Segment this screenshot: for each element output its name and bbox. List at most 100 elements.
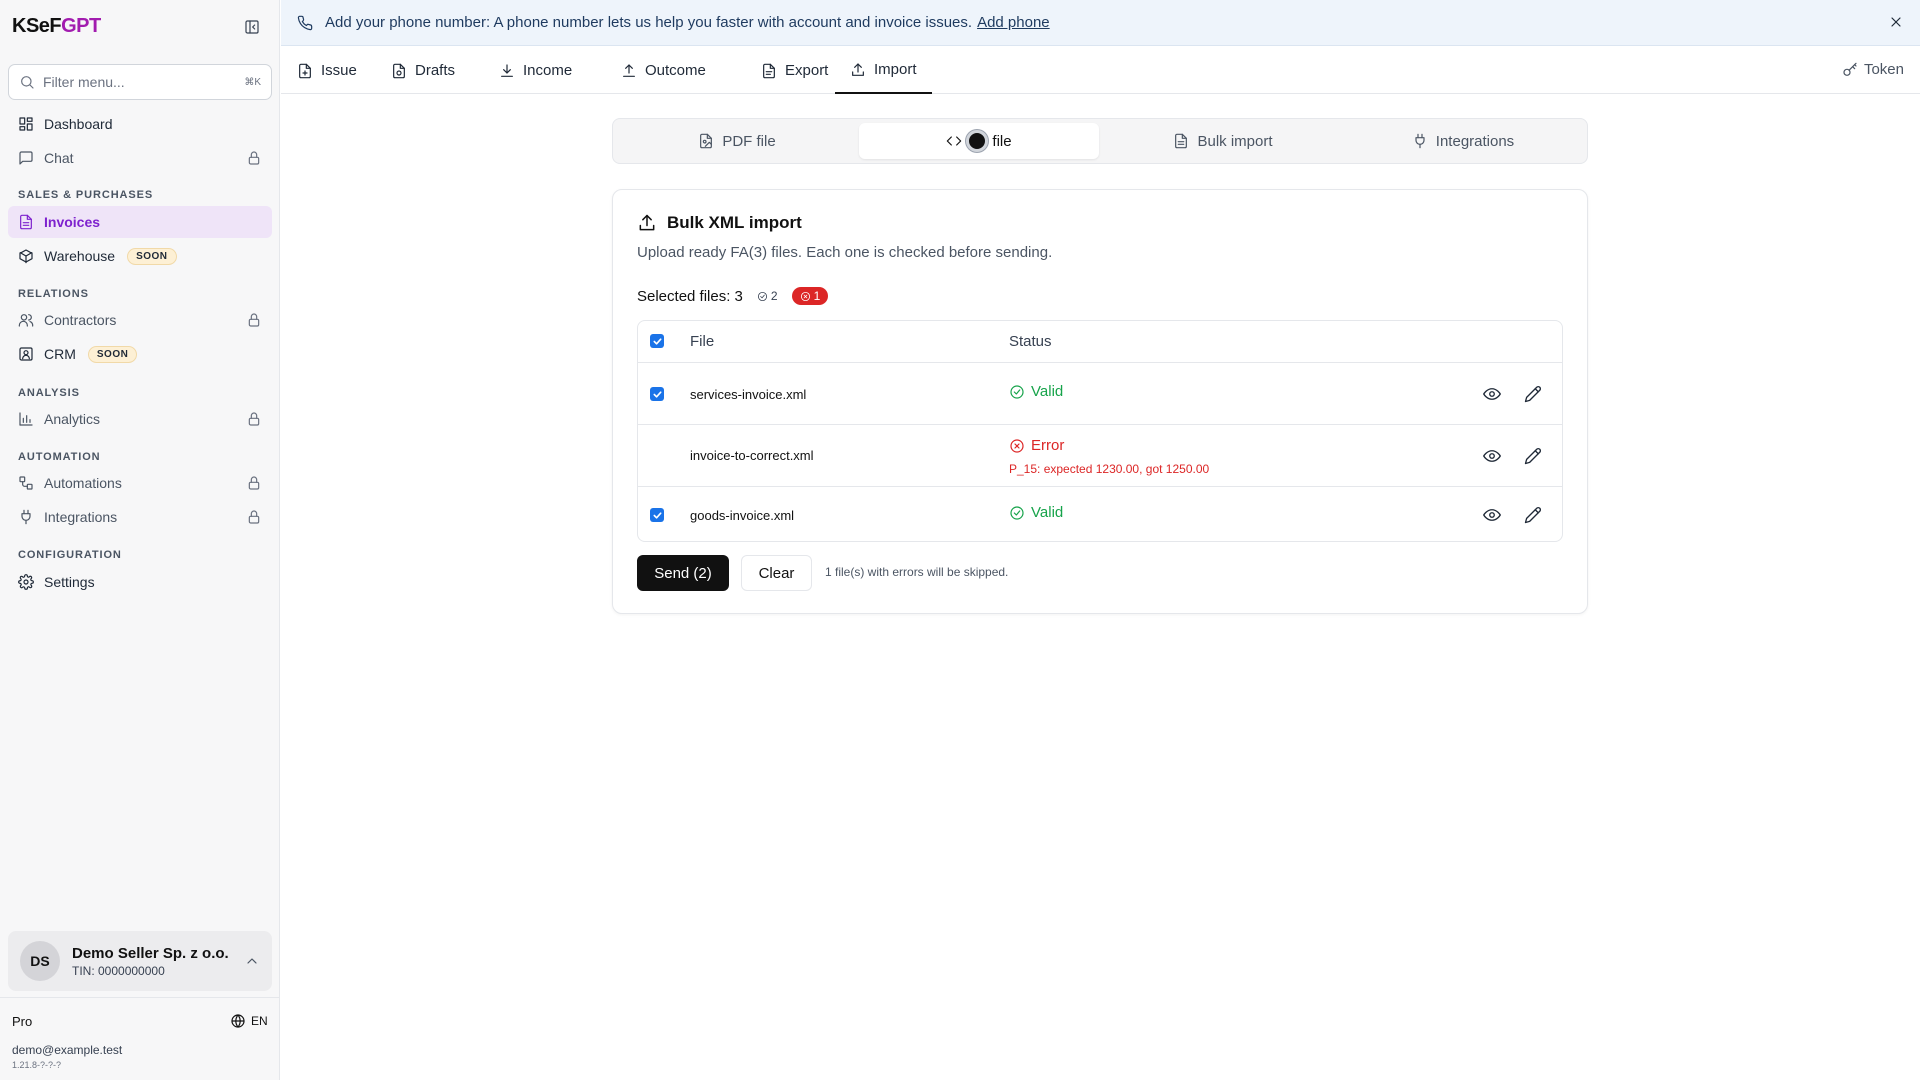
tab-issue[interactable]: Issue xyxy=(281,47,373,94)
pencil-icon[interactable] xyxy=(1524,385,1542,403)
tab-import[interactable]: Import xyxy=(835,47,932,94)
sidebar-toggle-icon[interactable] xyxy=(244,19,260,35)
error-detail: P_15: expected 1230.00, got 1250.00 xyxy=(1009,462,1210,476)
sidebar: KSeFGPT ⌘K Dashboard Chat SALES & PURCHA… xyxy=(0,0,280,1080)
eye-icon[interactable] xyxy=(1483,447,1501,465)
selected-files-label: Selected files: 3 xyxy=(637,287,743,305)
section-configuration: CONFIGURATION xyxy=(18,549,122,561)
table-row: services-invoice.xml Valid xyxy=(638,363,1562,425)
valid-count-badge: 2 xyxy=(751,287,784,305)
tab-export[interactable]: Export xyxy=(745,47,844,94)
app-logo[interactable]: KSeFGPT xyxy=(12,15,101,38)
tab-label: PDF file xyxy=(722,132,776,150)
card-description: Upload ready FA(3) files. Each one is ch… xyxy=(637,244,1053,261)
pencil-icon[interactable] xyxy=(1524,447,1542,465)
upload-icon xyxy=(621,63,637,79)
eye-icon[interactable] xyxy=(1483,385,1501,403)
send-button[interactable]: Send (2) xyxy=(637,555,729,591)
filter-menu-field[interactable]: ⌘K xyxy=(8,64,272,100)
eye-icon[interactable] xyxy=(1483,506,1501,524)
bulk-import-card: Bulk XML import Upload ready FA(3) files… xyxy=(612,189,1588,614)
close-icon[interactable] xyxy=(1888,14,1904,30)
section-analysis: ANALYSIS xyxy=(18,387,80,399)
tab-label: Import xyxy=(874,61,917,78)
pencil-icon[interactable] xyxy=(1524,506,1542,524)
clear-button[interactable]: Clear xyxy=(741,555,812,591)
row-checkbox[interactable] xyxy=(650,387,664,401)
sidebar-item-integrations[interactable]: Integrations xyxy=(8,501,272,533)
add-phone-link[interactable]: Add phone xyxy=(977,14,1050,31)
tab-bulk-import[interactable]: Bulk import xyxy=(1103,123,1343,159)
table-header: File Status xyxy=(638,321,1562,363)
row-checkbox[interactable] xyxy=(650,508,664,522)
tab-pdf-file[interactable]: PDF file xyxy=(617,123,857,159)
account-tin: TIN: 0000000000 xyxy=(72,963,165,978)
user-email: demo@example.test xyxy=(12,1043,123,1057)
sidebar-item-label: Integrations xyxy=(44,509,118,525)
plug-icon xyxy=(1412,133,1428,149)
check-circle-icon xyxy=(757,291,768,302)
column-header-status: Status xyxy=(1009,333,1052,350)
account-switcher[interactable]: DS Demo Seller Sp. z o.o. TIN: 000000000… xyxy=(8,931,272,991)
banner-text: Add your phone number: A phone number le… xyxy=(325,14,973,31)
sidebar-item-settings[interactable]: Settings xyxy=(8,566,272,598)
status-valid: Valid xyxy=(1009,383,1063,400)
status-text: Valid xyxy=(1031,504,1064,521)
soon-badge: SOON xyxy=(127,247,177,265)
token-button[interactable]: Token xyxy=(1842,61,1904,78)
sidebar-item-dashboard[interactable]: Dashboard xyxy=(8,108,272,140)
x-circle-icon xyxy=(1009,438,1025,454)
tab-outcome[interactable]: Outcome xyxy=(605,47,722,94)
file-text-icon xyxy=(1173,133,1189,149)
tab-label: Drafts xyxy=(415,62,456,79)
tab-income[interactable]: Income xyxy=(483,47,588,94)
selection-summary: Selected files: 3 2 1 xyxy=(637,287,829,305)
top-tabs: Issue Drafts Income Outcome Export Impor… xyxy=(281,47,1920,94)
plug-icon xyxy=(18,509,34,525)
file-image-icon xyxy=(698,133,714,149)
import-type-tabs: PDF file file Bulk import Integrations xyxy=(612,118,1588,164)
avatar: DS xyxy=(20,941,60,981)
account-name: Demo Seller Sp. z o.o. xyxy=(72,944,229,962)
card-title-text: Bulk XML import xyxy=(667,213,802,232)
sidebar-item-chat[interactable]: Chat xyxy=(8,142,272,174)
language-switcher[interactable]: EN xyxy=(230,1013,268,1029)
bar-chart-icon xyxy=(18,411,34,427)
sidebar-item-warehouse[interactable]: Warehouse SOON xyxy=(8,240,272,272)
tab-label: Integrations xyxy=(1435,132,1515,150)
tab-label: Issue xyxy=(321,62,357,79)
error-count: 1 xyxy=(813,289,821,303)
tab-drafts[interactable]: Drafts xyxy=(375,47,471,94)
sidebar-divider xyxy=(0,997,280,998)
sidebar-item-analytics[interactable]: Analytics xyxy=(8,403,272,435)
invoice-icon xyxy=(18,214,34,230)
sidebar-item-contractors[interactable]: Contractors xyxy=(8,304,272,336)
lock-icon xyxy=(246,475,262,491)
sidebar-item-automations[interactable]: Automations xyxy=(8,467,272,499)
skip-note: 1 file(s) with errors will be skipped. xyxy=(825,565,1009,579)
tab-integrations[interactable]: Integrations xyxy=(1343,123,1583,159)
filter-menu-input[interactable] xyxy=(43,74,237,90)
card-title: Bulk XML import xyxy=(637,213,802,233)
x-circle-icon xyxy=(800,291,811,302)
phone-banner: Add your phone number: A phone number le… xyxy=(281,0,1920,46)
status-text: Error xyxy=(1031,437,1065,454)
chevron-up-icon xyxy=(244,953,260,969)
select-all-checkbox[interactable] xyxy=(650,334,664,348)
sidebar-item-label: Automations xyxy=(44,475,122,491)
tab-label: Bulk import xyxy=(1197,132,1273,150)
sidebar-item-label: Settings xyxy=(44,574,95,590)
sidebar-item-label: Invoices xyxy=(44,214,101,230)
contact-card-icon xyxy=(18,346,34,362)
gear-icon xyxy=(18,574,34,590)
file-text-icon xyxy=(761,63,777,79)
lock-icon xyxy=(246,411,262,427)
tab-xml-file[interactable]: file xyxy=(859,123,1099,159)
lock-icon xyxy=(246,150,262,166)
sidebar-item-crm[interactable]: CRM SOON xyxy=(8,338,272,370)
sidebar-item-label: Warehouse xyxy=(44,248,116,264)
error-count-badge: 1 xyxy=(791,287,829,305)
sidebar-item-invoices[interactable]: Invoices xyxy=(8,206,272,238)
package-icon xyxy=(18,248,34,264)
key-icon xyxy=(1842,62,1858,78)
